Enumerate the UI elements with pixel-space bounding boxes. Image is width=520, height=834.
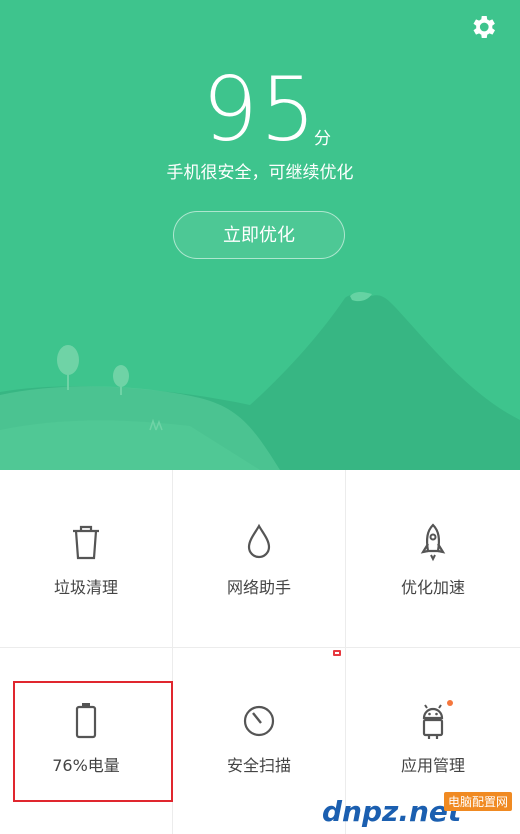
settings-button[interactable] <box>468 12 498 42</box>
android-icon <box>422 704 444 739</box>
tool-label: 优化加速 <box>400 578 465 597</box>
tool-label: 应用管理 <box>400 756 465 775</box>
site-watermark: dnpz.net 电脑配置网 <box>322 792 512 828</box>
score-unit: 分 <box>314 129 331 149</box>
trash-icon <box>73 525 99 560</box>
battery-icon <box>75 703 97 739</box>
tool-label: 网络助手 <box>226 578 291 597</box>
tool-trash-cleanup[interactable]: 垃圾清理 <box>0 470 173 648</box>
status-text: 手机很安全，可继续优化 <box>166 163 354 183</box>
water-drop-icon <box>247 523 271 559</box>
notification-dot <box>447 700 453 706</box>
rocket-icon <box>420 523 446 562</box>
tool-optimize-speed[interactable]: 优化加速 <box>346 470 520 648</box>
watermark-text: dnpz.net <box>322 795 462 828</box>
new-flag-badge <box>333 650 341 656</box>
watermark-subtitle: 电脑配置网 <box>443 792 512 811</box>
tool-label: 垃圾清理 <box>53 578 118 597</box>
tool-network-assistant[interactable]: 网络助手 <box>173 470 346 648</box>
scan-dial-icon <box>243 705 275 737</box>
tool-battery[interactable]: 76%电量 <box>0 648 173 834</box>
tools-grid: 垃圾清理 网络助手 优化加速 76%电量 安全扫描 应用管理 <box>0 470 520 834</box>
optimize-now-button[interactable]: 立即优化 <box>173 211 345 259</box>
tool-label: 安全扫描 <box>226 756 291 775</box>
security-score: 95 <box>202 58 318 161</box>
status-hero: 95 分 手机很安全，可继续优化 立即优化 <box>0 0 520 470</box>
gear-icon <box>473 16 495 38</box>
tool-label: 76%电量 <box>52 756 120 775</box>
tool-security-scan[interactable]: 安全扫描 <box>173 648 346 834</box>
